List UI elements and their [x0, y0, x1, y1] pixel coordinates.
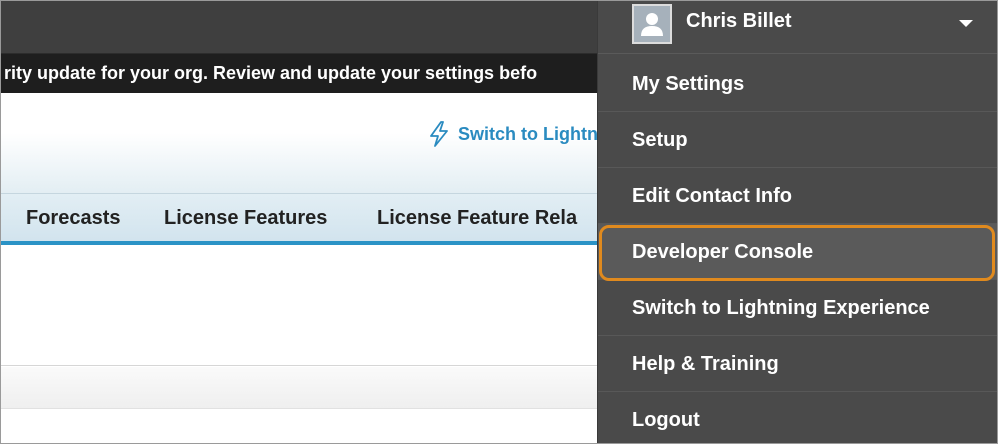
menu-item-setup[interactable]: Setup [598, 112, 998, 168]
user-name: Chris Billet [686, 10, 792, 32]
tab-forecasts[interactable]: Forecasts [26, 194, 121, 242]
user-avatar-icon [634, 6, 670, 42]
avatar [632, 4, 672, 44]
menu-item-edit-contact-info[interactable]: Edit Contact Info [598, 168, 998, 224]
user-menu-dropdown: Chris Billet My Settings Setup Edit Cont… [597, 0, 998, 444]
menu-item-developer-console[interactable]: Developer Console [598, 224, 998, 280]
menu-item-help-training[interactable]: Help & Training [598, 336, 998, 392]
user-menu-header[interactable]: Chris Billet [598, 0, 998, 54]
menu-item-logout[interactable]: Logout [598, 392, 998, 444]
menu-item-switch-to-lightning[interactable]: Switch to Lightning Experience [598, 280, 998, 336]
tab-license-feature-relations[interactable]: License Feature Rela [377, 194, 577, 242]
menu-item-my-settings[interactable]: My Settings [598, 56, 998, 112]
switch-to-lightning-link[interactable]: Switch to Lightn [428, 121, 598, 147]
switch-link-label: Switch to Lightn [458, 123, 598, 144]
chevron-down-icon[interactable] [959, 20, 973, 27]
lightning-bolt-icon [430, 121, 448, 147]
tab-license-features[interactable]: License Features [164, 194, 327, 242]
banner-text: rity update for your org. Review and upd… [4, 63, 538, 83]
